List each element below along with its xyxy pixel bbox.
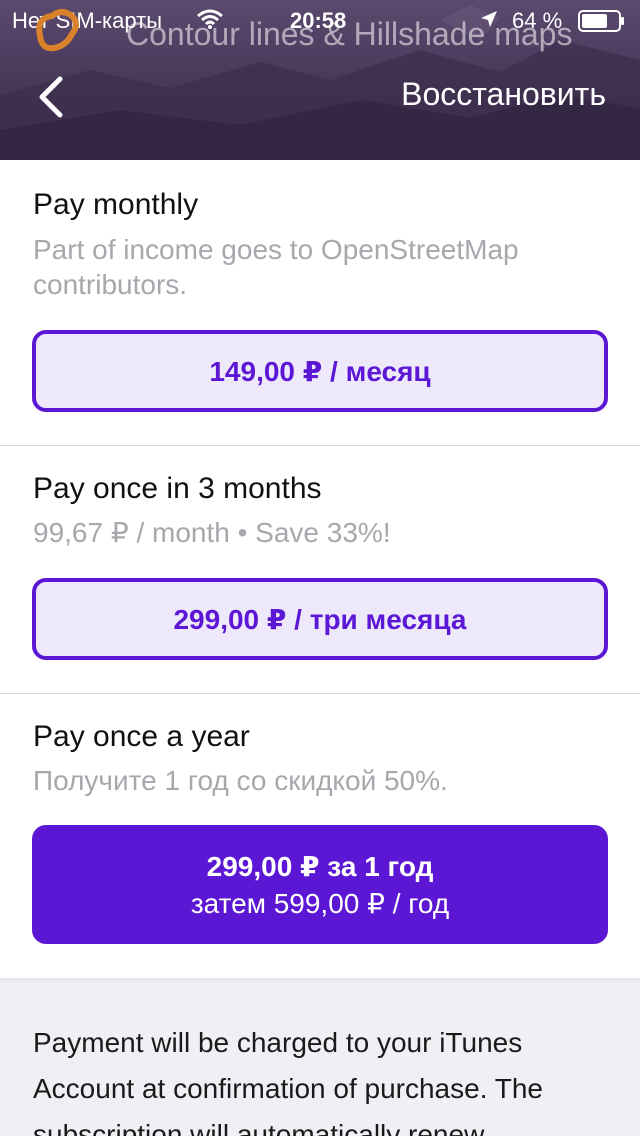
button-label: 299,00 ₽ / три месяца <box>173 603 467 635</box>
plan-title: Pay once a year <box>33 720 250 753</box>
chevron-left-icon <box>39 76 63 118</box>
button-label: 299,00 ₽ за 1 год <box>206 850 434 882</box>
plan-description: 99,67 ₽ / month • Save 33%! <box>33 517 391 548</box>
plan-title: Pay once in 3 months <box>33 472 322 505</box>
header: Нет SIM-карты 20:58 64 % Contour lines &… <box>0 0 640 160</box>
plans-card: Pay monthly Part of income goes to OpenS… <box>0 160 640 978</box>
battery-icon <box>578 10 624 32</box>
payment-terms-text: Payment will be charged to your iTunes A… <box>33 1027 543 1136</box>
buy-quarterly-button[interactable]: 299,00 ₽ / три месяца <box>32 578 608 660</box>
button-label: 149,00 ₽ / месяц <box>209 355 431 387</box>
header-title: Contour lines & Hillshade maps <box>126 16 573 52</box>
restore-purchases-button[interactable]: Восстановить <box>401 76 606 113</box>
plan-description: Part of income goes to OpenStreetMap con… <box>33 234 519 300</box>
plan-description: Получите 1 год со скидкой 50%. <box>33 765 448 796</box>
button-sublabel: затем 599,00 ₽ / год <box>190 887 450 919</box>
subscription-screen: Нет SIM-карты 20:58 64 % Contour lines &… <box>0 0 640 1136</box>
buy-yearly-button[interactable]: 299,00 ₽ за 1 год затем 599,00 ₽ / год <box>32 825 608 944</box>
buy-monthly-button[interactable]: 149,00 ₽ / месяц <box>32 330 608 412</box>
divider <box>0 445 640 446</box>
back-button[interactable] <box>30 72 70 122</box>
app-logo-icon <box>36 9 79 52</box>
divider <box>0 693 640 694</box>
plan-title: Pay monthly <box>33 188 199 221</box>
